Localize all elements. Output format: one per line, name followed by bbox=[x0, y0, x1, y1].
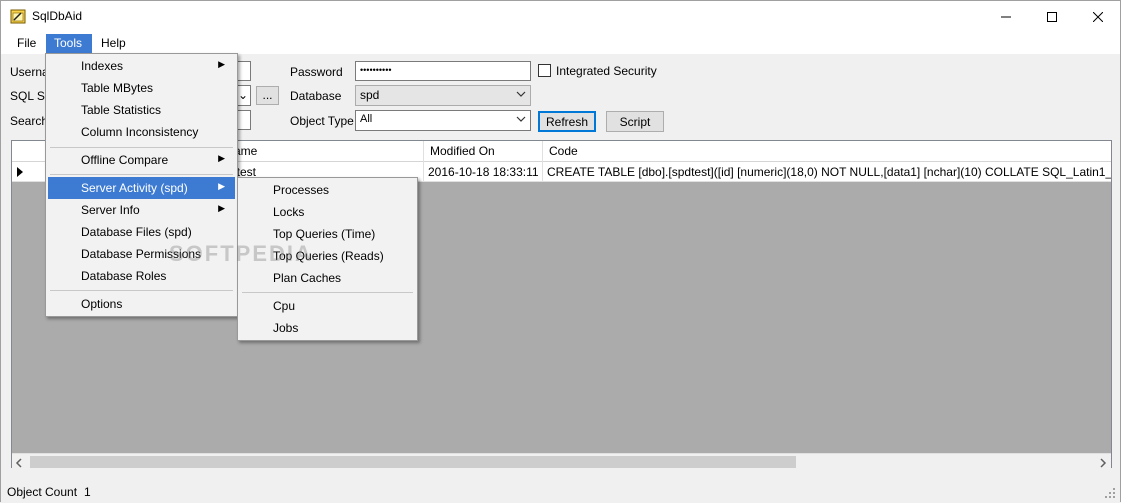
menu-item-options[interactable]: Options bbox=[48, 293, 235, 315]
chevron-down-icon bbox=[516, 113, 526, 128]
menu-item-label: Options bbox=[81, 297, 123, 311]
scrollbar-thumb[interactable] bbox=[30, 456, 796, 468]
chevron-down-icon: ⌄ bbox=[237, 88, 248, 102]
menu-item-label: Column Inconsistency bbox=[81, 125, 199, 139]
menu-item-label: Jobs bbox=[273, 321, 299, 335]
app-icon bbox=[10, 8, 26, 24]
menu-item-label: Database Files (spd) bbox=[81, 225, 192, 239]
menu-item-offline-compare[interactable]: Offline Compare ▶ bbox=[48, 149, 235, 171]
close-button[interactable] bbox=[1075, 1, 1121, 32]
menu-separator bbox=[242, 292, 413, 293]
column-header-code[interactable]: Code bbox=[543, 141, 1111, 162]
tools-menu: Indexes ▶ Table MBytes Table Statistics C… bbox=[45, 53, 238, 317]
resize-grip-icon[interactable] bbox=[1105, 488, 1117, 503]
cell-code[interactable]: CREATE TABLE [dbo].[spdtest]([id] [numer… bbox=[543, 162, 1111, 182]
menu-separator bbox=[50, 290, 233, 291]
scroll-left-icon[interactable] bbox=[15, 457, 23, 471]
menu-item-server-activity[interactable]: Server Activity (spd) ▶ bbox=[48, 177, 235, 199]
menu-item-table-mbytes[interactable]: Table MBytes bbox=[48, 77, 235, 99]
integrated-security-label: Integrated Security bbox=[556, 64, 657, 78]
menu-item-database-files[interactable]: Database Files (spd) bbox=[48, 221, 235, 243]
menu-help[interactable]: Help bbox=[93, 34, 134, 54]
menu-bar: File Tools Help bbox=[1, 33, 1120, 54]
menu-item-server-info[interactable]: Server Info ▶ bbox=[48, 199, 235, 221]
menu-item-jobs[interactable]: Jobs bbox=[240, 317, 415, 339]
status-bar: Object Count 1 bbox=[1, 481, 1120, 502]
object-type-label: Object Type bbox=[290, 114, 354, 128]
submenu-arrow-icon: ▶ bbox=[218, 59, 225, 69]
menu-item-label: Server Info bbox=[81, 203, 140, 217]
object-count-value: 1 bbox=[84, 485, 91, 499]
browse-button[interactable]: ... bbox=[256, 86, 279, 105]
row-header-corner bbox=[12, 141, 48, 162]
menu-item-cpu[interactable]: Cpu bbox=[240, 295, 415, 317]
menu-item-label: Offline Compare bbox=[81, 153, 169, 167]
title-bar[interactable]: SqlDbAid bbox=[1, 1, 1120, 33]
menu-item-label: Database Roles bbox=[81, 269, 167, 283]
search-label: Search bbox=[10, 114, 49, 128]
password-label: Password bbox=[290, 65, 343, 79]
minimize-button[interactable] bbox=[983, 1, 1029, 32]
database-label: Database bbox=[290, 89, 342, 103]
menu-item-table-statistics[interactable]: Table Statistics bbox=[48, 99, 235, 121]
menu-tools[interactable]: Tools bbox=[46, 34, 92, 54]
menu-file[interactable]: File bbox=[9, 34, 44, 54]
database-combo[interactable]: spd bbox=[355, 85, 531, 106]
submenu-arrow-icon: ▶ bbox=[218, 181, 225, 191]
cell-modified-on[interactable]: 2016-10-18 18:33:11 bbox=[424, 162, 543, 182]
menu-separator bbox=[50, 147, 233, 148]
menu-item-processes[interactable]: Processes bbox=[240, 179, 415, 201]
menu-item-label: Indexes bbox=[81, 59, 124, 73]
menu-item-database-roles[interactable]: Database Roles bbox=[48, 265, 235, 287]
menu-item-label: Server Activity (spd) bbox=[81, 181, 188, 195]
menu-item-label: Cpu bbox=[273, 299, 296, 313]
integrated-security-checkbox[interactable] bbox=[538, 64, 551, 77]
menu-item-column-inconsistency[interactable]: Column Inconsistency bbox=[48, 121, 235, 143]
menu-item-label: Table Statistics bbox=[81, 103, 162, 117]
menu-item-label: Table MBytes bbox=[81, 81, 154, 95]
submenu-arrow-icon: ▶ bbox=[218, 153, 225, 163]
database-value: spd bbox=[360, 88, 380, 102]
menu-item-label: Locks bbox=[273, 205, 305, 219]
menu-item-label: Plan Caches bbox=[273, 271, 342, 285]
menu-item-label: Processes bbox=[273, 183, 330, 197]
refresh-button[interactable]: Refresh bbox=[538, 111, 596, 132]
chevron-down-icon bbox=[516, 88, 526, 103]
script-button[interactable]: Script bbox=[606, 111, 664, 132]
scroll-right-icon[interactable] bbox=[1099, 457, 1107, 471]
object-type-value: All bbox=[360, 113, 373, 125]
object-count-label: Object Count bbox=[7, 485, 78, 499]
row-pointer-icon bbox=[17, 167, 23, 177]
app-window: SqlDbAid File Tools Help Usernam SQL Se … bbox=[0, 0, 1121, 502]
menu-item-plan-caches[interactable]: Plan Caches bbox=[240, 267, 415, 289]
submenu-arrow-icon: ▶ bbox=[218, 203, 225, 213]
horizontal-scrollbar[interactable] bbox=[12, 453, 1111, 470]
menu-separator bbox=[50, 174, 233, 175]
password-field[interactable]: •••••••••• bbox=[355, 61, 531, 81]
watermark: SOFTPEDIA bbox=[169, 241, 313, 266]
window-title: SqlDbAid bbox=[32, 9, 83, 23]
menu-item-indexes[interactable]: Indexes ▶ bbox=[48, 55, 235, 77]
menu-item-label: Top Queries (Time) bbox=[273, 227, 376, 241]
column-header-name[interactable]: ame bbox=[226, 141, 424, 162]
menu-item-locks[interactable]: Locks bbox=[240, 201, 415, 223]
column-header-modified-on[interactable]: Modified On bbox=[424, 141, 543, 162]
maximize-button[interactable] bbox=[1029, 1, 1075, 32]
object-type-combo[interactable]: All bbox=[355, 110, 531, 131]
row-selector[interactable] bbox=[12, 162, 48, 182]
